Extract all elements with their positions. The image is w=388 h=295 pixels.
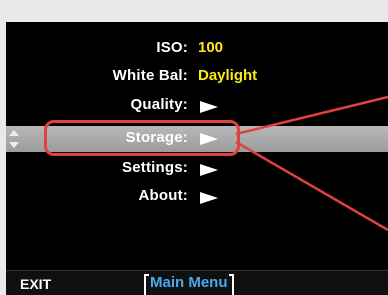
bottom-bar: EXIT Main Menu [6,270,388,295]
exit-button[interactable]: EXIT [20,276,51,292]
callout-lines [235,95,388,232]
menu-title: Main Menu [144,274,233,295]
camera-screen: ISO: 100 White Bal: Daylight Quality: St… [6,22,388,295]
